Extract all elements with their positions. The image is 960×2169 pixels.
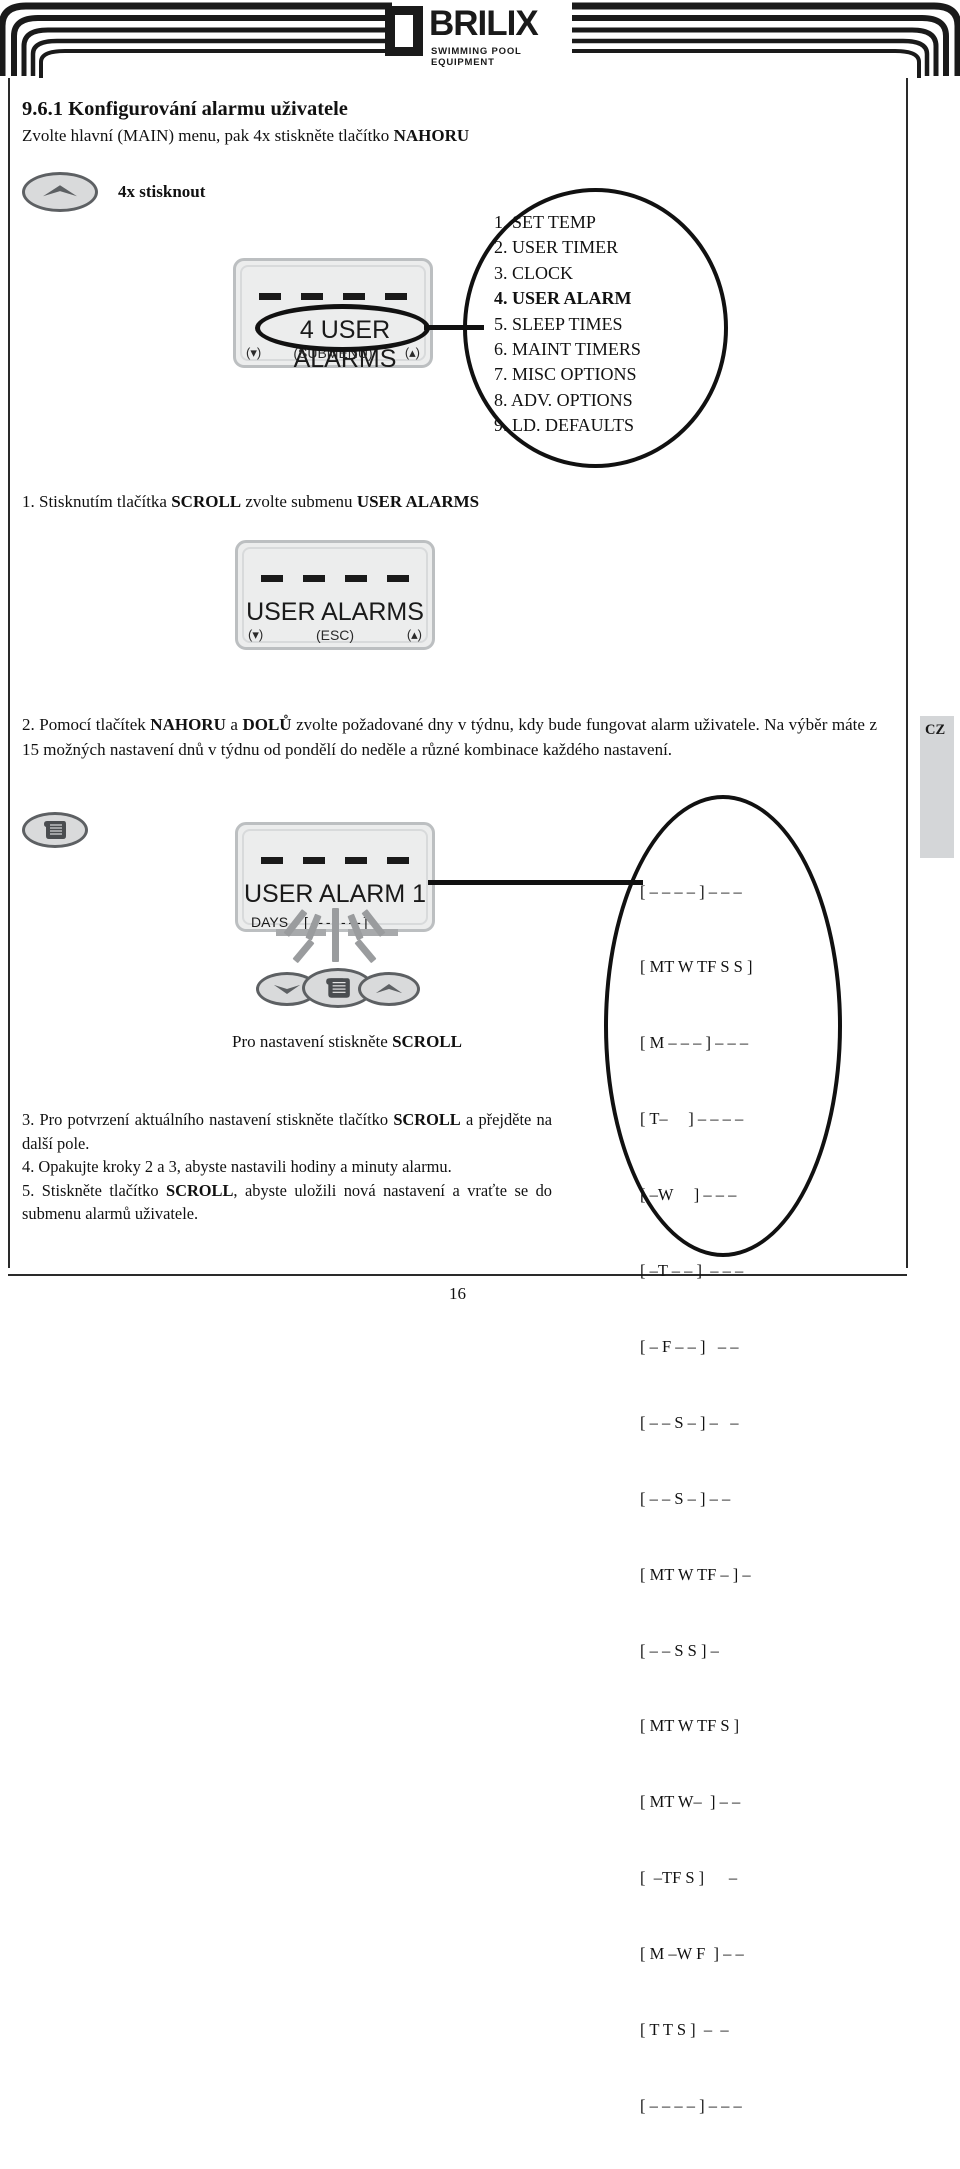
lcd-dash — [345, 857, 367, 864]
flash-ray — [332, 908, 339, 942]
days-pattern-row: [ – – S S ] – — [640, 1640, 719, 1660]
lcd-1-up-indicator: (▴) — [404, 345, 420, 360]
lcd-2-segment-dashes — [238, 575, 432, 582]
scroll-button-left[interactable] — [22, 812, 88, 848]
days-pattern-row: [ –TF S ] – — [640, 1868, 738, 1888]
intro-bold: NAHORU — [393, 126, 470, 145]
manual-page: BRILIX SWIMMING POOL EQUIPMENT 9.6.1 Kon… — [0, 0, 960, 2115]
days-pattern-row: [ –W ] – – – — [640, 1185, 737, 1205]
step-5-bold: SCROLL — [166, 1180, 234, 1200]
menu-item-3[interactable]: 3. CLOCK — [494, 261, 641, 286]
brilix-square-icon — [385, 6, 423, 56]
days-pattern-row: [ M – – – ] – – – — [640, 1033, 749, 1053]
page-border-right — [906, 78, 908, 1268]
up-button[interactable] — [22, 172, 98, 212]
flash-ray — [292, 938, 315, 964]
intro-line: Zvolte hlavní (MAIN) menu, pak 4x stiskn… — [22, 126, 469, 146]
step-2-bold-nahoru: NAHORU — [150, 715, 226, 734]
brilix-logo: BRILIX SWIMMING POOL EQUIPMENT — [385, 4, 580, 68]
steps-3-to-5: 3. Pro potvrzení aktuálního nastavení st… — [22, 1108, 552, 1226]
days-pattern-row: [ MT W TF S S ] — [640, 957, 753, 977]
intro-text: Zvolte hlavní (MAIN) menu, pak 4x stiskn… — [22, 126, 394, 145]
step-2-paragraph: 2. Pomocí tlačítek NAHORU a DOLŮ zvolte … — [22, 712, 877, 762]
lcd-2-main-text: USER ALARMS — [246, 598, 424, 626]
lcd-display-2: USER ALARMS (▾) (ESC) (▴) — [235, 540, 435, 650]
scroll-list-icon — [326, 978, 350, 998]
press-4x-label: 4x stisknout — [118, 182, 206, 201]
step-1-part-a: 1. Stisknutím tlačítka — [22, 492, 172, 511]
page-number: 16 — [449, 1284, 466, 1303]
days-pattern-row: [ M –W F ] – – — [640, 1944, 744, 1964]
days-pattern-row: [ MT W TF S ] — [640, 1716, 740, 1736]
days-pattern-row: [ T– ] – – – – — [640, 1109, 744, 1129]
lcd-dash — [345, 575, 367, 582]
step-1-bold-scroll: SCROLL — [171, 492, 242, 511]
days-pattern-row: [ – – – – ] – – – — [640, 2095, 742, 2115]
lcd-3-days-label: DAYS — [251, 914, 289, 930]
step-3-bold: SCROLL — [393, 1110, 461, 1129]
days-pattern-row: [ T T S ] – – — [640, 2019, 729, 2039]
menu-item-5[interactable]: 5. SLEEP TIMES — [494, 312, 641, 337]
lcd-dash — [261, 857, 283, 864]
menu-item-9[interactable]: 9. LD. DEFAULTS — [494, 413, 641, 438]
flash-ray — [354, 938, 377, 964]
lcd-dash — [385, 293, 407, 300]
up-chevron-icon — [43, 185, 77, 197]
days-pattern-list: [ – – – – ] – – – [ MT W TF S S ] [ M – … — [640, 828, 752, 2169]
lcd-dash — [301, 293, 323, 300]
page-border-left — [8, 78, 10, 1268]
days-pattern-row: [ MT W TF – ] – — [640, 1564, 751, 1584]
days-pattern-row: [ – – S – ] – – — [640, 1412, 739, 1432]
scroll-caption-bold: SCROLL — [392, 1032, 462, 1051]
lcd-dash — [259, 293, 281, 300]
up-button-2[interactable] — [358, 972, 420, 1006]
lcd-dash — [387, 857, 409, 864]
step-1-bold-useralarms: USER ALARMS — [356, 492, 480, 511]
step-2-bold-dolu: DOLŮ — [242, 715, 292, 734]
menu-item-6[interactable]: 6. MAINT TIMERS — [494, 337, 641, 362]
language-tab-label: CZ — [925, 722, 946, 738]
connector-lcd3-to-days — [428, 880, 643, 885]
flash-ray — [332, 940, 339, 962]
lcd-dash — [303, 857, 325, 864]
lcd-1-segment-dashes — [236, 293, 430, 300]
page-title: 9.6.1 Konfigurování alarmu uživatele — [22, 98, 348, 120]
days-pattern-row: [ – – S – ] – – — [640, 1488, 731, 1508]
menu-item-2[interactable]: 2. USER TIMER — [494, 235, 641, 260]
logo-wordmark: BRILIX — [429, 4, 539, 43]
days-pattern-row: [ – – – – ] – – – — [640, 881, 742, 901]
page-border-bottom — [8, 1274, 907, 1276]
lcd-dash — [343, 293, 365, 300]
menu-item-1[interactable]: 1. SET TEMP — [494, 210, 641, 235]
lcd-2-up-indicator: (▴) — [406, 627, 422, 642]
scroll-caption-text: Pro nastavení stiskněte — [232, 1032, 393, 1051]
menu-item-7[interactable]: 7. MISC OPTIONS — [494, 362, 641, 387]
page-header: BRILIX SWIMMING POOL EQUIPMENT — [0, 0, 960, 78]
lcd-2-esc-indicator: (ESC) — [315, 627, 355, 643]
up-chevron-icon — [375, 984, 403, 994]
lcd-1-highlight-ellipse — [255, 304, 430, 352]
logo-tagline: SWIMMING POOL EQUIPMENT — [431, 46, 522, 68]
step-1-text: 1. Stisknutím tlačítka SCROLL zvolte sub… — [22, 492, 479, 512]
lcd-1-down-indicator: (▾) — [246, 345, 262, 360]
days-pattern-row: [ –T – – ] – – – — [640, 1261, 744, 1281]
lcd-dash — [261, 575, 283, 582]
step-2-part-a: 2. Pomocí tlačítek — [22, 715, 151, 734]
menu-item-4-selected[interactable]: 4. USER ALARM — [494, 286, 641, 311]
scroll-caption: Pro nastavení stiskněte SCROLL — [232, 1032, 462, 1052]
lcd-dash — [387, 575, 409, 582]
lcd-dash — [303, 575, 325, 582]
main-menu-list: 1. SET TEMP 2. USER TIMER 3. CLOCK 4. US… — [494, 210, 641, 439]
step-1-part-c: zvolte submenu — [241, 492, 357, 511]
step-3-part-a: 3. Pro potvrzení aktuálního nastavení st… — [22, 1110, 394, 1129]
days-pattern-row: [ MT W– ] – – — [640, 1792, 741, 1812]
step-5-part-a: 5. Stiskněte tlačítko — [22, 1180, 167, 1200]
step-2-part-c: a — [225, 715, 243, 734]
scroll-list-icon — [44, 821, 66, 839]
lcd-3-main-text: USER ALARM 1 — [243, 880, 426, 908]
step-4-text: 4. Opakujte kroky 2 a 3, abyste nastavil… — [22, 1157, 452, 1176]
menu-item-8[interactable]: 8. ADV. OPTIONS — [494, 388, 641, 413]
days-pattern-row: [ – F – – ] – – — [640, 1336, 739, 1356]
lcd-3-segment-dashes — [238, 857, 432, 864]
